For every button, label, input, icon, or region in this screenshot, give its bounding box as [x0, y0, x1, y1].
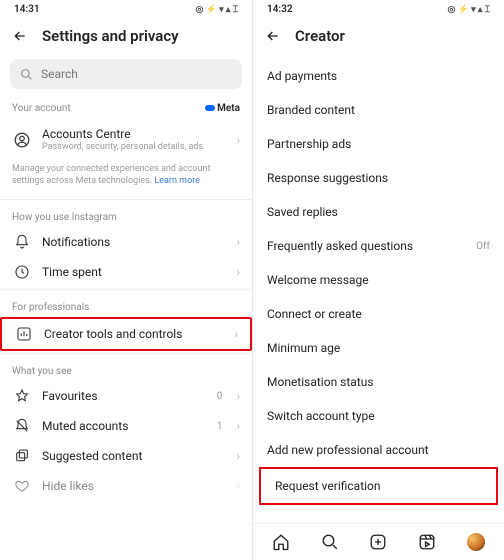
reels-icon[interactable]: [417, 532, 437, 552]
search-nav-icon[interactable]: [320, 532, 340, 552]
creator-tools-row[interactable]: Creator tools and controls ›: [0, 317, 252, 351]
chart-icon: [14, 326, 34, 342]
learn-more-link[interactable]: Learn more: [154, 176, 200, 186]
divider: [0, 199, 252, 200]
create-icon[interactable]: [368, 532, 388, 552]
time-spent-row[interactable]: Time spent ›: [0, 257, 252, 287]
chevron-right-icon: ›: [236, 389, 240, 403]
stack-icon: [12, 448, 32, 464]
clock-icon: [12, 264, 32, 280]
meta-logo-icon: [205, 105, 215, 111]
meta-brand: Meta: [205, 103, 240, 114]
your-account-label: Your account: [12, 103, 71, 114]
clock: 14:31: [14, 4, 40, 15]
clock: 14:32: [267, 4, 293, 15]
divider: [0, 353, 252, 354]
partnership-ads-row[interactable]: Partnership ads: [253, 127, 504, 161]
how-you-use-label: How you use Instagram: [0, 206, 252, 227]
back-button[interactable]: [265, 28, 281, 44]
fineprint: Manage your connected experiences and ac…: [0, 159, 252, 197]
chevron-right-icon: ›: [236, 479, 240, 493]
favourites-row[interactable]: Favourites 0 ›: [0, 381, 252, 411]
bell-icon: [12, 234, 32, 250]
what-you-see-label: What you see: [0, 360, 252, 381]
hide-likes-row[interactable]: Hide likes ›: [0, 471, 252, 501]
chevron-right-icon: ›: [234, 327, 238, 341]
page-title: Settings and privacy: [42, 27, 179, 45]
chevron-right-icon: ›: [236, 133, 240, 147]
minimum-age-row[interactable]: Minimum age: [253, 331, 504, 365]
status-icons: ◎ ⚡ ▾ ▴ ⌶: [196, 5, 238, 15]
chevron-right-icon: ›: [236, 419, 240, 433]
chevron-right-icon: ›: [236, 235, 240, 249]
welcome-message-row[interactable]: Welcome message: [253, 263, 504, 297]
suggested-content-row[interactable]: Suggested content ›: [0, 441, 252, 471]
monetisation-status-row[interactable]: Monetisation status: [253, 365, 504, 399]
screen-creator: 14:32 ◎ ⚡ ▾ ▴ ⌶ Creator Ad payments Bran…: [252, 0, 504, 560]
request-verification-row[interactable]: Request verification: [259, 467, 498, 505]
heart-icon: [12, 478, 32, 494]
home-icon[interactable]: [271, 532, 291, 552]
connect-or-create-row[interactable]: Connect or create: [253, 297, 504, 331]
saved-replies-row[interactable]: Saved replies: [253, 195, 504, 229]
your-account-header: Your account Meta: [0, 101, 252, 120]
header: Creator: [253, 17, 504, 59]
branded-content-row[interactable]: Branded content: [253, 93, 504, 127]
chevron-right-icon: ›: [236, 449, 240, 463]
back-button[interactable]: [12, 28, 28, 44]
accounts-centre-sub: Password, security, personal details, ad…: [42, 142, 226, 152]
bell-off-icon: [12, 418, 32, 434]
accounts-centre-row[interactable]: Accounts Centre Password, security, pers…: [0, 120, 252, 159]
star-icon: [12, 388, 32, 404]
status-bar: 14:32 ◎ ⚡ ▾ ▴ ⌶: [253, 0, 504, 17]
bottom-nav: [253, 523, 504, 560]
notifications-row[interactable]: Notifications ›: [0, 227, 252, 257]
for-professionals-label: For professionals: [0, 296, 252, 317]
creator-list: Ad payments Branded content Partnership …: [253, 59, 504, 505]
muted-count: 1: [217, 421, 223, 432]
divider: [0, 289, 252, 290]
ad-payments-row[interactable]: Ad payments: [253, 59, 504, 93]
status-bar: 14:31 ◎ ⚡ ▾ ▴ ⌶: [0, 0, 252, 17]
profile-avatar[interactable]: [466, 532, 486, 552]
screen-settings: 14:31 ◎ ⚡ ▾ ▴ ⌶ Settings and privacy You…: [0, 0, 252, 560]
account-icon: [12, 131, 32, 149]
favourites-count: 0: [217, 391, 223, 402]
page-title: Creator: [295, 27, 345, 45]
muted-accounts-row[interactable]: Muted accounts 1 ›: [0, 411, 252, 441]
search-input[interactable]: [41, 67, 232, 81]
chevron-right-icon: ›: [236, 265, 240, 279]
accounts-centre-title: Accounts Centre: [42, 127, 226, 141]
faq-state: Off: [476, 241, 490, 252]
add-professional-account-row[interactable]: Add new professional account: [253, 433, 504, 467]
search-bar[interactable]: [10, 59, 242, 89]
switch-account-type-row[interactable]: Switch account type: [253, 399, 504, 433]
header: Settings and privacy: [0, 17, 252, 59]
response-suggestions-row[interactable]: Response suggestions: [253, 161, 504, 195]
status-icons: ◎ ⚡ ▾ ▴ ⌶: [448, 5, 490, 15]
avatar-icon: [467, 533, 485, 551]
search-icon: [20, 68, 33, 81]
faq-row[interactable]: Frequently asked questionsOff: [253, 229, 504, 263]
